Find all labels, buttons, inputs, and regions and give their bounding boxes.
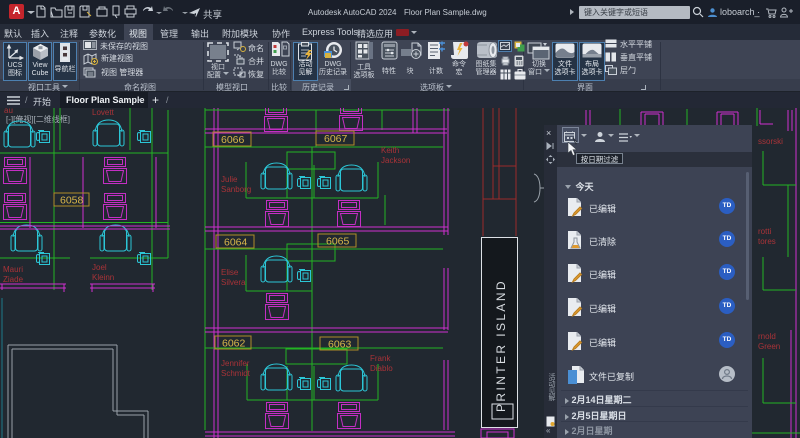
svg-text:Ziade: Ziade <box>3 275 24 284</box>
svg-text:Silvera: Silvera <box>221 278 246 287</box>
svg-text:Jennifer: Jennifer <box>221 359 250 368</box>
svg-text:6062: 6062 <box>222 338 246 350</box>
svg-text:rnold: rnold <box>758 332 776 341</box>
svg-text:PRINTER ISLAND: PRINTER ISLAND <box>494 279 508 412</box>
svg-text:Joel: Joel <box>92 263 107 272</box>
svg-text:Keith: Keith <box>381 146 399 155</box>
svg-text:Elise: Elise <box>221 268 239 277</box>
svg-text:tores: tores <box>758 237 776 246</box>
svg-text:6063: 6063 <box>328 339 352 351</box>
svg-text:6067: 6067 <box>324 133 348 145</box>
svg-text:Julie: Julie <box>221 175 238 184</box>
svg-text:6066: 6066 <box>221 134 245 146</box>
svg-text:rotti: rotti <box>758 227 772 236</box>
svg-text:Frank: Frank <box>370 354 391 363</box>
svg-text:Mauri: Mauri <box>3 265 23 274</box>
svg-text:Diablo: Diablo <box>370 364 393 373</box>
svg-text:Green: Green <box>758 342 780 351</box>
svg-text:Schmidt: Schmidt <box>221 369 251 378</box>
svg-text:au: au <box>4 108 13 115</box>
svg-text:ssorski: ssorski <box>758 137 783 146</box>
svg-text:Kleinn: Kleinn <box>92 273 114 282</box>
svg-text:Jackson: Jackson <box>381 156 410 165</box>
svg-text:6058: 6058 <box>60 195 84 207</box>
svg-text:Lovett: Lovett <box>92 108 115 117</box>
svg-text:Sanborg: Sanborg <box>221 185 251 194</box>
svg-text:6064: 6064 <box>224 237 248 249</box>
svg-text:6065: 6065 <box>326 236 350 248</box>
